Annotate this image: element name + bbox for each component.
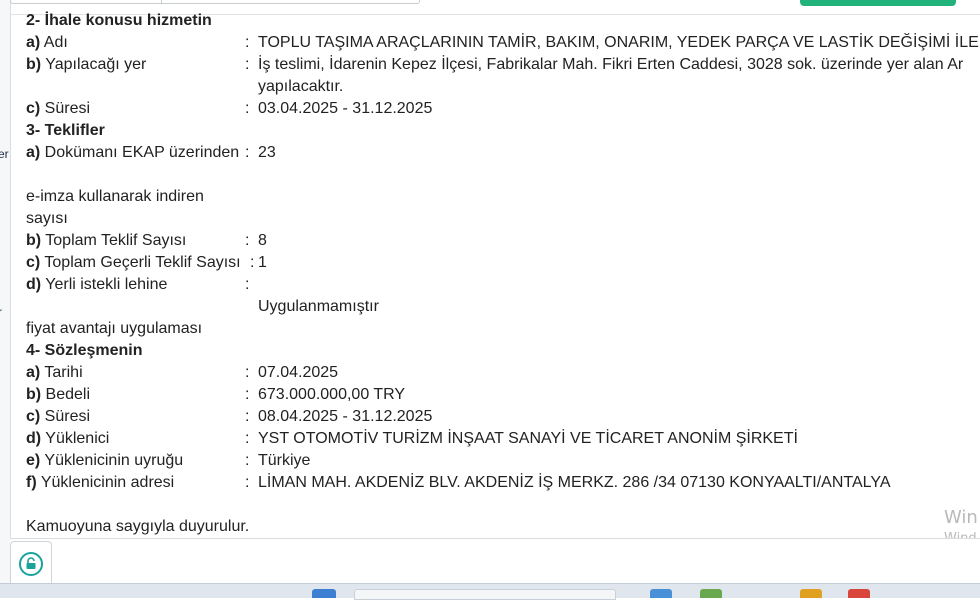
section-heading: 3- Teklifler — [26, 120, 980, 142]
field-row: c) Toplam Geçerli Teklif Sayısı : 1 — [26, 252, 980, 274]
field-label: Toplam Teklif Sayısı — [41, 232, 187, 249]
label-continuation: e-imza kullanarak indiren — [26, 186, 980, 208]
field-colon: : — [245, 386, 250, 403]
field-colon: : — [245, 430, 250, 447]
field-label: Bedeli — [41, 386, 91, 403]
field-label-line: e-imza kullanarak indiren — [26, 188, 204, 205]
field-label: Yüklenici — [41, 430, 110, 447]
field-row: b) Bedeli : 673.000.000,00 TRY — [26, 384, 980, 406]
field-value: 673.000.000,00 TRY — [258, 386, 406, 403]
field-value: 07.04.2025 — [258, 364, 339, 381]
field-row: e) Yüklenicinin uyruğu : Türkiye — [26, 450, 980, 472]
field-value: YST OTOMOTİV TURİZM İNŞAAT SANAYİ VE TİC… — [258, 430, 798, 447]
field-label: Yüklenicinin uyruğu — [40, 452, 184, 469]
field-value: Türkiye — [258, 452, 311, 469]
announcement-document: 2- İhale konusu hizmetin a) Adı : TOPLU … — [26, 10, 980, 538]
field-key: b) — [26, 56, 42, 73]
value-continuation: Uygulanmamıştır — [26, 296, 980, 318]
unlock-icon[interactable] — [19, 552, 43, 576]
value-line: İş teslimi, İdarenin Kepez İlçesi, Fabri… — [258, 56, 964, 73]
field-label: Adı — [40, 34, 68, 51]
section-2-heading: 2- İhale konusu hizmetin — [26, 12, 212, 29]
field-key: a) — [26, 144, 41, 161]
field-row: b) Toplam Teklif Sayısı : 8 — [26, 230, 980, 252]
field-row: a) Dokümanı EKAP üzerinden : 23 — [26, 142, 980, 164]
field-key: d) — [26, 430, 42, 447]
field-row: c) Süresi : 08.04.2025 - 31.12.2025 — [26, 406, 980, 428]
field-label: Dokümanı EKAP üzerinden — [40, 144, 240, 161]
section-heading: 2- İhale konusu hizmetin — [26, 10, 980, 32]
field-colon: : — [245, 100, 250, 117]
field-key: c) — [26, 100, 41, 117]
field-colon: : — [250, 254, 255, 271]
section-heading: 4- Sözleşmenin — [26, 340, 980, 362]
field-key: d) — [26, 276, 42, 293]
field-value: 8 — [258, 232, 267, 249]
field-key: b) — [26, 232, 42, 249]
field-colon: : — [245, 56, 250, 73]
field-colon: : — [245, 452, 250, 469]
field-label: Yüklenicinin adresi — [36, 474, 175, 491]
field-value: 03.04.2025 - 31.12.2025 — [258, 100, 433, 117]
side-panel-fragment: r — [0, 305, 2, 319]
bottom-panel — [10, 538, 980, 584]
value-line: yapılacaktır. — [258, 78, 344, 95]
field-colon: : — [245, 474, 250, 491]
taskbar-search-box[interactable] — [354, 589, 616, 600]
left-side-panel: er r — [0, 0, 11, 583]
field-row: d) Yerli istekli lehine : — [26, 274, 980, 296]
field-colon: : — [245, 232, 250, 249]
field-key: c) — [26, 254, 41, 271]
field-row: a) Adı : TOPLU TAŞIMA ARAÇLARININ TAMİR,… — [26, 32, 980, 54]
field-colon: : — [245, 34, 250, 51]
activation-watermark: Win — [944, 507, 978, 528]
field-label: Yapılacağı yer — [41, 56, 147, 73]
field-value: Uygulanmamıştır — [258, 298, 379, 315]
field-label-line: fiyat avantajı uygulaması — [26, 320, 203, 337]
field-colon: : — [245, 276, 250, 293]
field-colon: : — [245, 144, 250, 161]
field-label: Süresi — [40, 408, 91, 425]
closing-row: Kamuoyuna saygıyla duyurulur. — [26, 516, 980, 538]
taskbar — [0, 583, 980, 600]
field-colon: : — [245, 408, 250, 425]
field-key: a) — [26, 34, 41, 51]
top-input-field[interactable] — [10, 0, 420, 4]
field-key: f) — [26, 474, 37, 491]
field-row: f) Yüklenicinin adresi : LİMAN MAH. AKDE… — [26, 472, 980, 494]
field-label: Toplam Geçerli Teklif Sayısı — [40, 254, 241, 271]
field-row: a) Tarihi : 07.04.2025 — [26, 362, 980, 384]
field-label-line: sayısı — [26, 210, 68, 227]
field-key: e) — [26, 452, 41, 469]
closing-text: Kamuoyuna saygıyla duyurulur. — [26, 518, 250, 535]
lock-tab[interactable] — [10, 541, 52, 584]
field-label: Yerli istekli lehine — [41, 276, 168, 293]
field-value: 08.04.2025 - 31.12.2025 — [258, 408, 433, 425]
field-colon: : — [245, 364, 250, 381]
section-3-heading: 3- Teklifler — [26, 122, 105, 139]
top-action-button[interactable] — [800, 0, 956, 6]
field-label: Tarihi — [40, 364, 83, 381]
field-row: b) Yapılacağı yer : İş teslimi, İdarenin… — [26, 54, 980, 98]
field-value: 1 — [258, 254, 267, 271]
label-continuation: sayısı — [26, 208, 980, 230]
field-key: b) — [26, 386, 42, 403]
field-label: Süresi — [40, 100, 91, 117]
field-key: a) — [26, 364, 41, 381]
field-value: LİMAN MAH. AKDENİZ BLV. AKDENİZ İŞ MERKZ… — [258, 474, 891, 491]
field-value: TOPLU TAŞIMA ARAÇLARININ TAMİR, BAKIM, O… — [258, 34, 980, 51]
field-value: İş teslimi, İdarenin Kepez İlçesi, Fabri… — [258, 54, 963, 98]
side-panel-fragment: er — [0, 147, 9, 161]
field-key: c) — [26, 408, 41, 425]
field-row: d) Yüklenici : YST OTOMOTİV TURİZM İNŞAA… — [26, 428, 980, 450]
section-4-heading: 4- Sözleşmenin — [26, 342, 143, 359]
label-continuation: fiyat avantajı uygulaması — [26, 318, 980, 340]
field-value: 23 — [258, 144, 276, 161]
field-row: c) Süresi : 03.04.2025 - 31.12.2025 — [26, 98, 980, 120]
